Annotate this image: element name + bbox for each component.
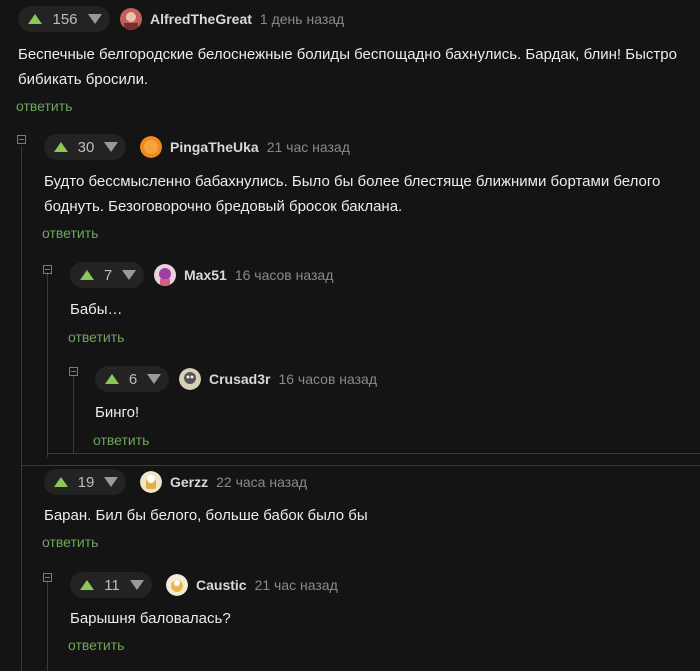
comment-header: 7 Max51 16 часов назад [70, 260, 333, 290]
timestamp: 16 часов назад [234, 267, 334, 283]
downvote-icon[interactable] [88, 14, 102, 24]
author-name[interactable]: Crusad3r [209, 371, 270, 387]
comment: 6 Crusad3r 16 часов назад Бинго! ответит… [93, 364, 685, 454]
thread-line [47, 272, 48, 457]
comment-text: Бинго! [95, 404, 140, 421]
author-name[interactable]: AlfredTheGreat [150, 11, 252, 27]
avatar[interactable] [154, 264, 176, 286]
author-name[interactable]: Caustic [196, 577, 247, 593]
downvote-icon[interactable] [104, 477, 118, 487]
downvote-icon[interactable] [122, 270, 136, 280]
upvote-icon[interactable] [80, 270, 94, 280]
downvote-icon[interactable] [104, 142, 118, 152]
timestamp: 16 часов назад [278, 371, 378, 387]
thread-divider [22, 465, 700, 466]
reply-link[interactable]: ответить [68, 637, 124, 653]
author-name[interactable]: Gerzz [170, 474, 208, 490]
comment-text: Барышня баловалась? [70, 610, 231, 627]
avatar[interactable] [140, 136, 162, 158]
comment-header: 156 AlfredTheGreat 1 день назад [18, 4, 344, 34]
score: 11 [104, 576, 120, 594]
rating-widget: 156 [18, 6, 110, 32]
comment: 7 Max51 16 часов назад Бабы… ответить [68, 260, 690, 350]
thread-line [73, 376, 74, 453]
timestamp: 22 часа назад [216, 474, 308, 490]
comment-text: Баран. Бил бы белого, больше бабок было … [44, 507, 368, 524]
comment-header: 19 Gerzz 22 часа назад [44, 467, 307, 497]
comment-text: Будто бессмысленно бабахнулись. Было бы … [44, 173, 661, 215]
comment: 11 Caustic 21 час назад Барышня баловала… [68, 570, 690, 660]
score: 6 [128, 370, 138, 388]
thread-line [47, 580, 48, 671]
rating-widget: 19 [44, 469, 126, 495]
timestamp: 1 день назад [259, 11, 345, 27]
reply-link[interactable]: ответить [42, 534, 98, 550]
avatar[interactable] [120, 8, 142, 30]
comment-header: 11 Caustic 21 час назад [70, 570, 338, 600]
comment-header: 6 Crusad3r 16 часов назад [95, 364, 377, 394]
thread-line [21, 146, 22, 671]
downvote-icon[interactable] [147, 374, 161, 384]
author-name[interactable]: PingaTheUka [170, 139, 259, 155]
upvote-icon[interactable] [54, 142, 68, 152]
avatar[interactable] [140, 471, 162, 493]
downvote-icon[interactable] [130, 580, 144, 590]
collapse-toggle[interactable] [43, 573, 52, 582]
upvote-icon[interactable] [105, 374, 119, 384]
author-name[interactable]: Max51 [184, 267, 227, 283]
upvote-icon[interactable] [54, 477, 68, 487]
comment: 156 AlfredTheGreat 1 день назад Беспечны… [16, 4, 698, 119]
reply-link[interactable]: ответить [16, 98, 72, 114]
score: 30 [77, 138, 95, 156]
score: 156 [52, 10, 78, 28]
collapse-toggle[interactable] [69, 367, 78, 376]
avatar[interactable] [166, 574, 188, 596]
score: 7 [103, 266, 113, 284]
comment-header: 30 PingaTheUka 21 час назад [44, 132, 350, 162]
rating-widget: 30 [44, 134, 126, 160]
collapse-toggle[interactable] [43, 265, 52, 274]
reply-link[interactable]: ответить [93, 432, 149, 448]
collapse-toggle[interactable] [17, 135, 26, 144]
comment: 30 PingaTheUka 21 час назад Будто бессмы… [42, 132, 694, 244]
reply-link[interactable]: ответить [42, 225, 98, 241]
comment-text: Бабы… [70, 301, 123, 318]
rating-widget: 11 [70, 572, 152, 598]
avatar[interactable] [179, 368, 201, 390]
rating-widget: 6 [95, 366, 169, 392]
comment-text: Беспечные белгородские белоснежные болид… [18, 46, 677, 88]
score: 19 [77, 473, 95, 491]
timestamp: 21 час назад [254, 577, 338, 593]
comment: 19 Gerzz 22 часа назад Баран. Бил бы бел… [42, 467, 694, 557]
upvote-icon[interactable] [80, 580, 94, 590]
timestamp: 21 час назад [266, 139, 350, 155]
upvote-icon[interactable] [28, 14, 42, 24]
reply-link[interactable]: ответить [68, 329, 124, 345]
rating-widget: 7 [70, 262, 144, 288]
